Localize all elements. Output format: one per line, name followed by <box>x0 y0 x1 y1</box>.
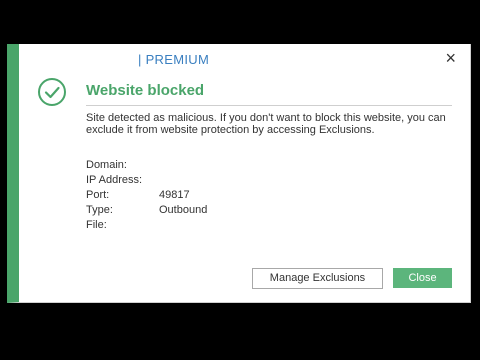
close-icon[interactable]: × <box>445 49 456 67</box>
detail-label: Type: <box>86 204 113 216</box>
detail-row-file: File: <box>86 218 207 233</box>
dialog-title: Website blocked <box>86 82 205 99</box>
detail-label: IP Address: <box>86 174 143 186</box>
detail-value: 49817 <box>159 189 190 201</box>
detail-label: Port: <box>86 189 110 201</box>
title-divider <box>86 105 452 106</box>
manage-exclusions-button[interactable]: Manage Exclusions <box>252 268 383 289</box>
screen-frame: | PREMIUM × Website blocked Site detecte… <box>0 0 480 360</box>
details-list: Domain: IP Address: Port: 49817 Type: Outb… <box>86 158 207 233</box>
detail-row-port: Port: 49817 <box>86 188 207 203</box>
detail-row-domain: Domain: <box>86 158 207 173</box>
detail-value: Outbound <box>159 204 208 216</box>
close-button[interactable]: Close <box>393 268 452 288</box>
description-text: Site detected as malicious. If you don't… <box>86 112 446 136</box>
website-blocked-dialog: | PREMIUM × Website blocked Site detecte… <box>7 44 471 303</box>
brand-label: | PREMIUM <box>138 52 210 67</box>
detail-label: Domain: <box>86 159 127 171</box>
detail-row-ip-address: IP Address: <box>86 173 207 188</box>
detail-row-type: Type: Outbound <box>86 203 207 218</box>
check-circle-icon <box>38 78 66 106</box>
detail-label: File: <box>86 219 107 231</box>
